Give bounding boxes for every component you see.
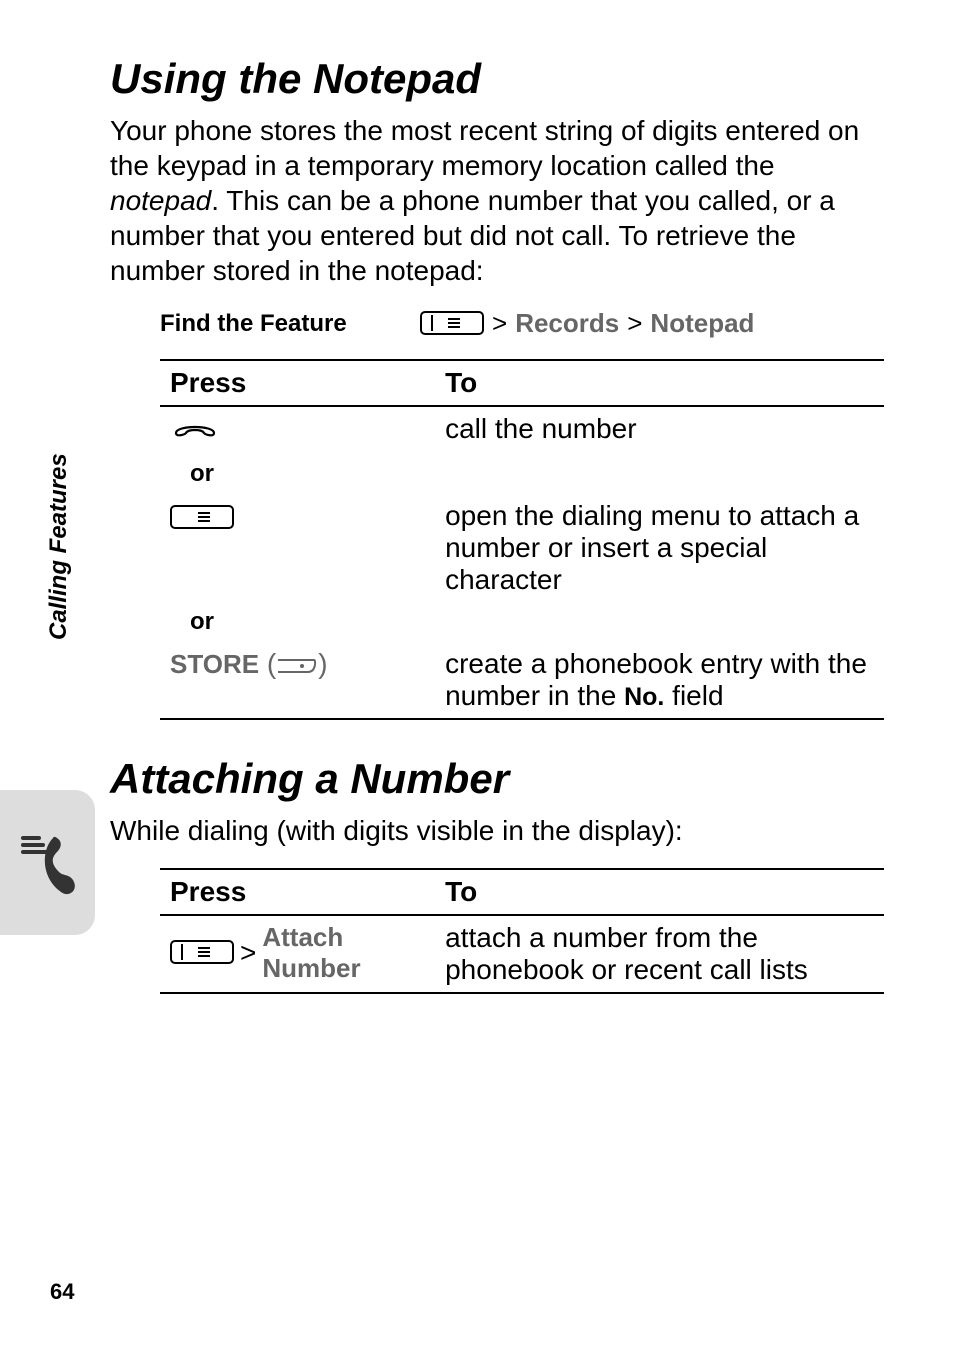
phone-tab-icon xyxy=(13,820,83,905)
heading-using-notepad: Using the Notepad xyxy=(110,55,884,103)
right-softkey-icon: ( ) xyxy=(267,648,328,679)
page-number: 64 xyxy=(50,1279,74,1305)
attach-number-nav: Attach Number xyxy=(262,922,425,984)
table-header-press: Press xyxy=(160,360,435,406)
find-feature-label: Find the Feature xyxy=(160,310,420,338)
store-softkey-label: STORE xyxy=(170,649,259,679)
table-header-press: Press xyxy=(160,869,435,915)
menu-key-icon xyxy=(170,505,234,531)
or-separator: or xyxy=(170,608,425,636)
heading-attaching-number: Attaching a Number xyxy=(110,755,884,803)
breadcrumb: > Records > Notepad xyxy=(420,308,754,339)
attach-table: Press To xyxy=(160,868,884,994)
cell-call-number: call the number xyxy=(435,406,884,454)
side-tab xyxy=(0,790,95,935)
cell-create-phonebook: create a phonebook entry with the number… xyxy=(435,642,884,719)
table-header-to: To xyxy=(435,869,884,915)
side-section-label: Calling Features xyxy=(45,453,73,640)
notepad-table: Press To call the number or xyxy=(160,359,884,720)
call-key-icon xyxy=(170,416,220,447)
menu-key-icon xyxy=(420,311,484,337)
find-feature-row: Find the Feature > Records > Notepad xyxy=(110,308,884,339)
or-separator: or xyxy=(170,460,425,488)
cell-open-dialing-menu: open the dialing menu to attach a number… xyxy=(435,494,884,602)
intro-paragraph-2: While dialing (with digits visible in th… xyxy=(110,813,884,848)
cell-attach-number: attach a number from the phonebook or re… xyxy=(435,915,884,993)
table-header-to: To xyxy=(435,360,884,406)
intro-paragraph-1: Your phone stores the most recent string… xyxy=(110,113,884,288)
menu-key-icon xyxy=(170,940,234,966)
